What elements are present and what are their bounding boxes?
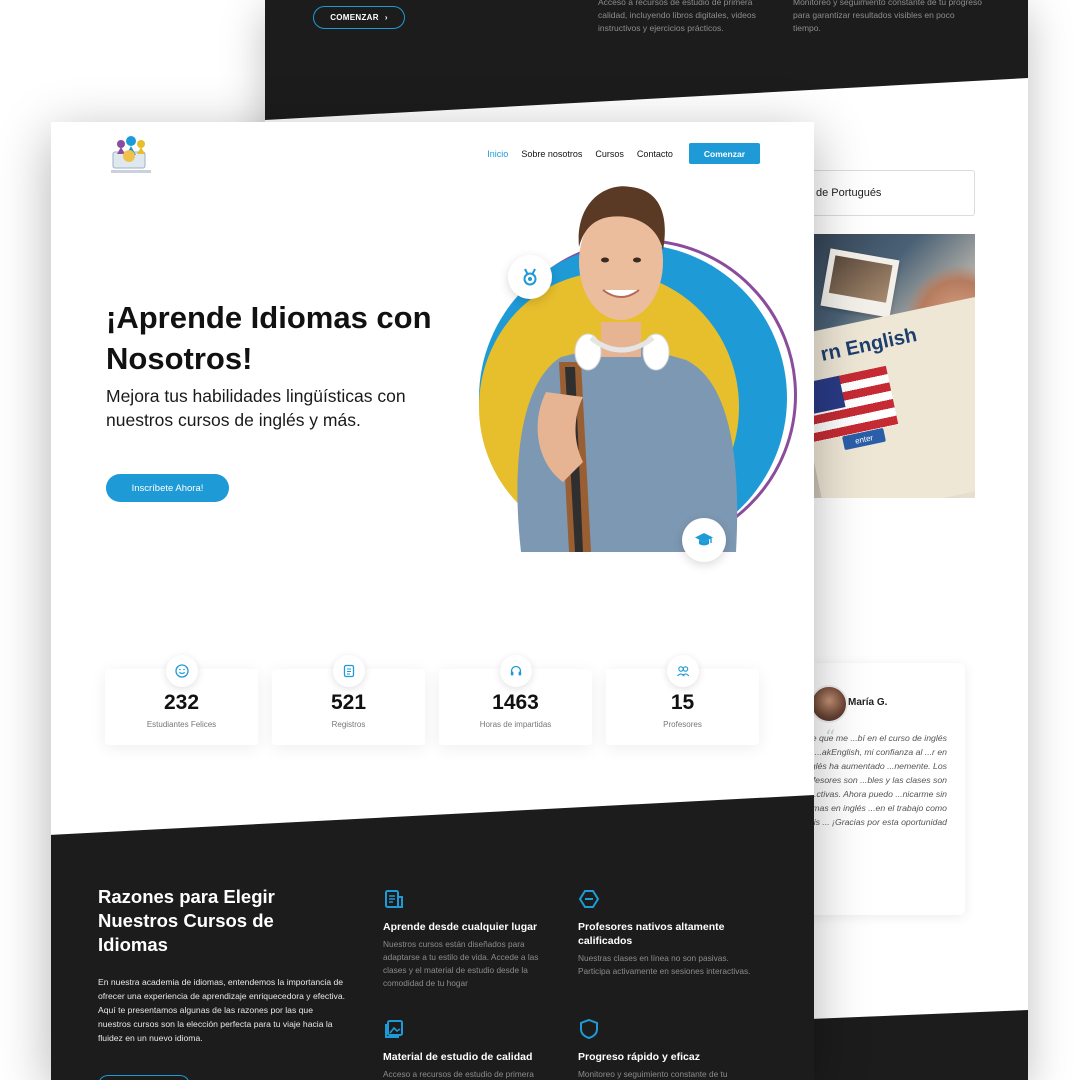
- book-icon: [385, 890, 403, 908]
- feature-item: Aprende desde cualquier lugar Nuestros c…: [383, 888, 563, 990]
- stat-value: 232: [163, 691, 200, 714]
- feature-text: Nuestros cursos están diseñados para ada…: [383, 939, 539, 988]
- logo: [111, 136, 151, 173]
- nav-item-cursos[interactable]: Cursos: [595, 149, 624, 159]
- comenzar-button[interactable]: Comenzar: [688, 143, 760, 164]
- reasons-title: Razones para Elegir Nuestros Cursos de I…: [98, 886, 275, 955]
- feature-item: Material de estudio de calidad Acceso a …: [383, 1018, 563, 1080]
- avatar: [810, 685, 848, 723]
- stat-value: 15: [670, 691, 695, 714]
- notebook-icon: [333, 655, 365, 687]
- chevron-right-icon: ›: [384, 13, 388, 22]
- photo-frame: [820, 248, 900, 318]
- feature-item: Profesores nativos altamente calificados…: [578, 888, 753, 978]
- feature-title: Material de estudio de calidad: [383, 1051, 533, 1063]
- stat-card: 232 Estudiantes Felices: [105, 655, 258, 745]
- nav-item-sobre-nosotros[interactable]: Sobre nosotros: [521, 149, 582, 159]
- reasons-body: En nuestra academia de idiomas, entendem…: [98, 977, 345, 1043]
- graduation-badge: [682, 518, 726, 562]
- feature-item: Progreso rápido y eficaz Monitoreo y seg…: [578, 1018, 758, 1080]
- stat-card: 15 Profesores: [606, 655, 759, 745]
- front-page-mockup: Inicio Sobre nosotros Cursos Contacto Co…: [51, 122, 814, 1080]
- main-nav: Inicio Sobre nosotros Cursos Contacto Co…: [474, 143, 760, 164]
- back-feature-text: Acceso a recursos de estudio de primera …: [598, 0, 756, 33]
- stat-value: 521: [330, 691, 367, 714]
- inscribete-button[interactable]: Inscríbete Ahora!: [106, 474, 229, 502]
- smile-icon: [166, 655, 198, 687]
- course-card-label: de Portugués: [816, 187, 882, 199]
- graduation-cap-icon: [695, 533, 713, 546]
- hero-title: ¡Aprende Idiomas con Nosotros!: [106, 300, 432, 376]
- image-icon: [385, 1020, 403, 1038]
- reasons-button[interactable]: [98, 1075, 190, 1080]
- stat-label: Registros: [331, 720, 366, 729]
- hexagon-icon: [578, 890, 600, 908]
- stat-label: Horas de impartidas: [479, 720, 552, 729]
- student-photo: [517, 186, 738, 552]
- nav-item-inicio[interactable]: Inicio: [487, 149, 508, 159]
- feature-text: Acceso a recursos de estudio de primera: [383, 1069, 534, 1079]
- back-feature-text: Monitoreo y seguimiento constante de tu …: [793, 0, 983, 33]
- users-icon: [667, 655, 699, 687]
- stat-card: 521 Registros: [272, 655, 425, 745]
- back-comenzar-button[interactable]: COMENZAR ›: [313, 6, 405, 29]
- stat-label: Profesores: [663, 720, 702, 729]
- feature-title: Profesores nativos altamente calificados: [578, 921, 725, 947]
- nav-item-contacto[interactable]: Contacto: [637, 149, 673, 159]
- headset-icon: [500, 655, 532, 687]
- shield-icon: [580, 1018, 598, 1040]
- feature-text: Nuestras clases en línea no son pasivas.…: [578, 953, 751, 976]
- stat-value: 1463: [492, 691, 539, 714]
- feature-text: Monitoreo y seguimiento constante de tu: [578, 1069, 728, 1079]
- hero-subtitle: Mejora tus habilidades lingüísticas con …: [106, 386, 406, 430]
- back-comenzar-label: COMENZAR: [330, 13, 379, 22]
- stat-label: Estudiantes Felices: [146, 720, 217, 729]
- testimonial-name: María G.: [848, 697, 888, 708]
- feature-title: Aprende desde cualquier lugar: [383, 921, 538, 933]
- medal-icon: [523, 268, 537, 286]
- medal-badge: [508, 255, 552, 299]
- stat-card: 1463 Horas de impartidas: [439, 655, 592, 745]
- feature-title: Progreso rápido y eficaz: [578, 1051, 700, 1063]
- stats-row: 232 Estudiantes Felices 521 Registros 14…: [105, 655, 759, 745]
